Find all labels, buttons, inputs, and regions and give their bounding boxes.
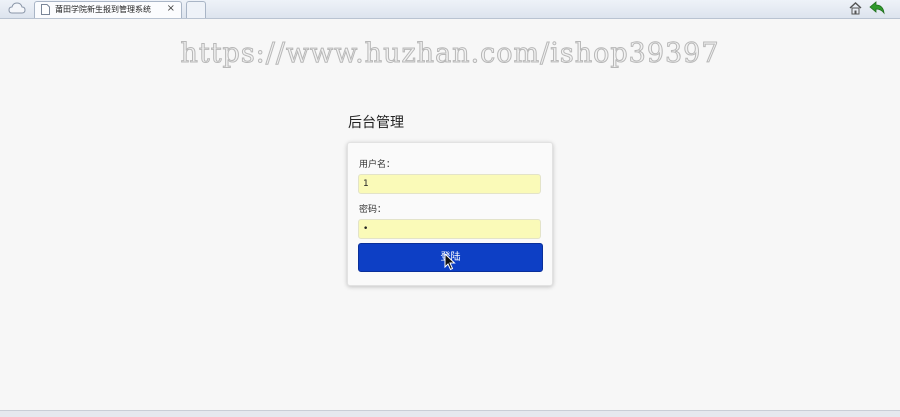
page-icon <box>41 4 50 15</box>
mouse-cursor-icon <box>444 253 456 271</box>
password-label: 密码： <box>359 205 387 215</box>
password-input[interactable]: • <box>358 219 541 239</box>
back-icon[interactable] <box>869 1 885 16</box>
watermark-url: https://www.huzhan.com/ishop39397 <box>180 38 720 70</box>
browser-tab-bar: 莆田学院新生报到管理系统 × <box>0 0 900 19</box>
username-label: 用户名： <box>359 160 396 170</box>
browser-tab[interactable]: 莆田学院新生报到管理系统 × <box>34 1 182 18</box>
home-icon[interactable] <box>848 1 863 16</box>
tab-title: 莆田学院新生报到管理系统 <box>55 5 151 14</box>
tab-close-icon[interactable]: × <box>167 3 175 15</box>
cloud-icon[interactable] <box>8 2 26 15</box>
new-tab-button[interactable] <box>186 1 206 18</box>
page-title: 后台管理 <box>348 115 404 131</box>
username-input[interactable]: 1 <box>358 174 541 194</box>
